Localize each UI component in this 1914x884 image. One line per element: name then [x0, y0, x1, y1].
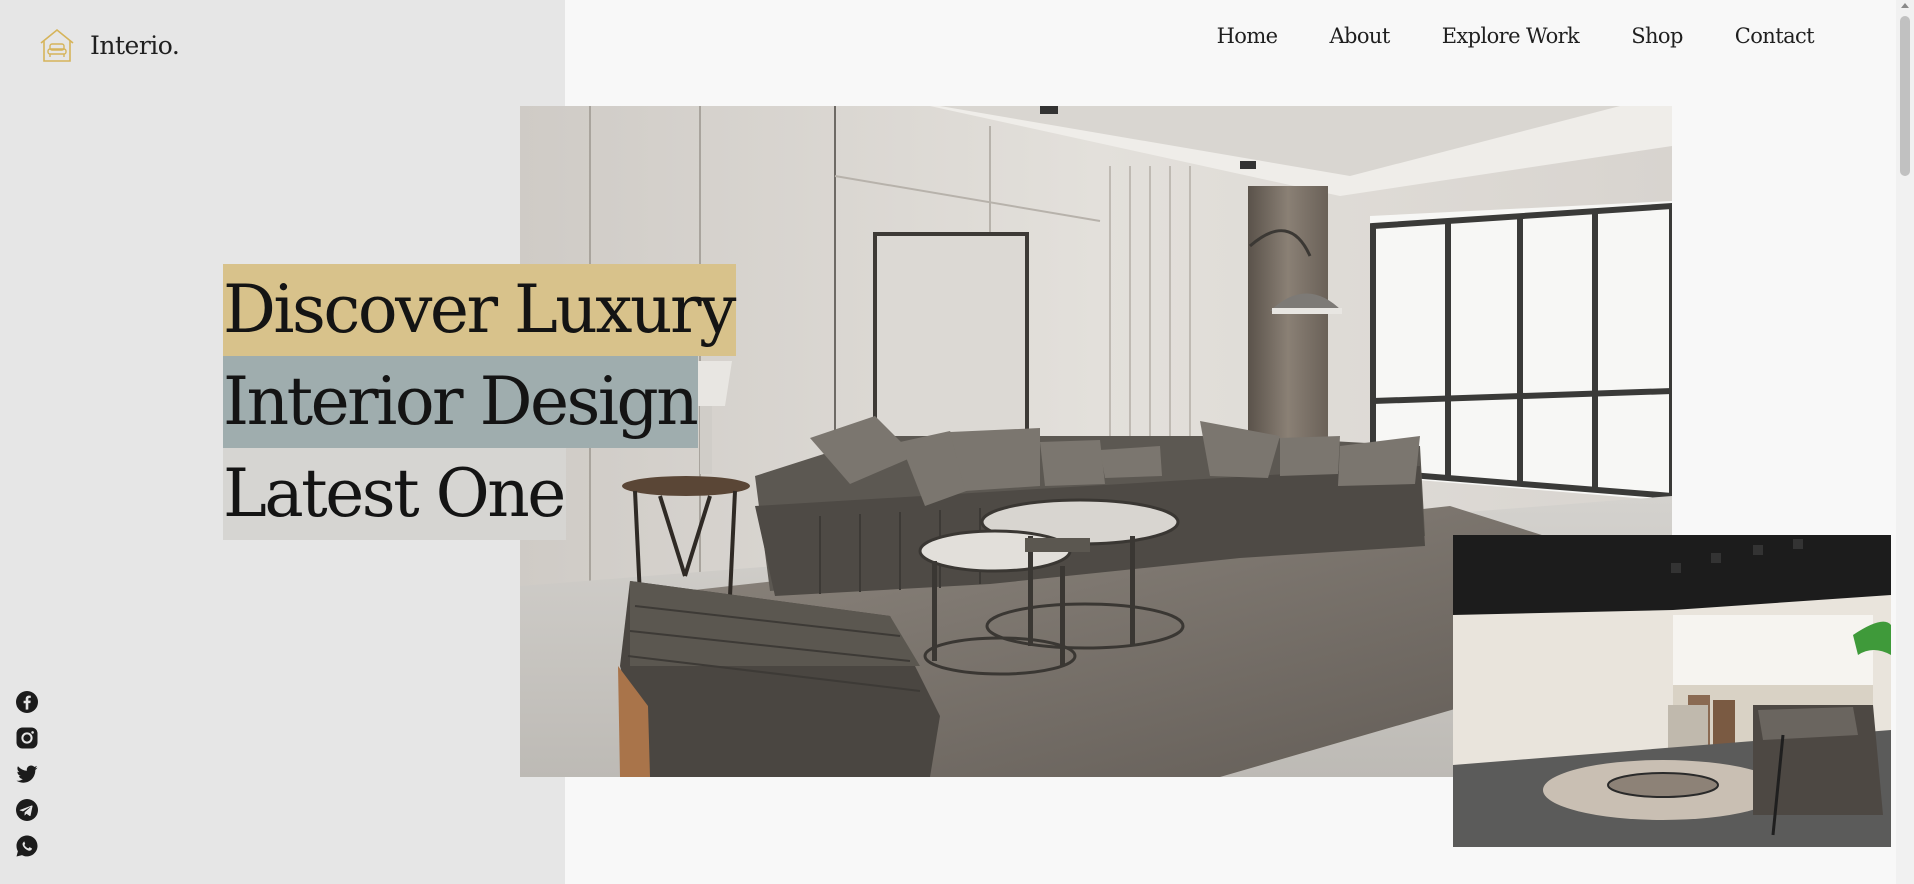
nav-shop[interactable]: Shop — [1631, 20, 1683, 52]
nav-home[interactable]: Home — [1217, 20, 1279, 52]
page-scrollbar[interactable] — [1896, 0, 1914, 884]
telegram-icon[interactable] — [15, 798, 39, 822]
facebook-icon[interactable] — [15, 690, 39, 714]
nav-about[interactable]: About — [1329, 20, 1390, 52]
instagram-icon[interactable] — [15, 726, 39, 750]
hero-line-3: Latest One — [223, 448, 566, 540]
house-sofa-icon — [40, 28, 74, 62]
logo[interactable]: Interio. — [38, 26, 180, 64]
scroll-up-arrow-icon[interactable] — [1901, 3, 1909, 8]
brand-name: Interio. — [90, 30, 180, 60]
nav-explore-work[interactable]: Explore Work — [1442, 20, 1580, 52]
twitter-icon[interactable] — [15, 762, 39, 786]
hero-line-2: Interior Design — [223, 356, 699, 448]
hero-showroom-image — [1453, 535, 1891, 847]
hero-line-1: Discover Luxury — [223, 264, 736, 356]
social-links — [15, 690, 39, 858]
main-nav: Home About Explore Work Shop Contact — [1217, 20, 1815, 52]
nav-contact[interactable]: Contact — [1735, 20, 1815, 52]
hero-headline: Discover Luxury Interior Design Latest O… — [223, 264, 736, 540]
scrollbar-thumb[interactable] — [1900, 16, 1910, 176]
whatsapp-icon[interactable] — [15, 834, 39, 858]
